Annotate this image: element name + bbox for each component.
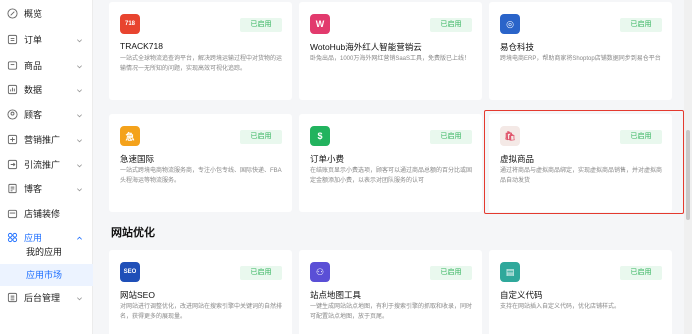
status-badge: 已启用: [620, 266, 662, 280]
chevron-down-icon: [76, 86, 83, 93]
app-description: 跨境电商ERP，帮助商家将Shoptop店铺数据同步到易仓平台: [500, 56, 661, 62]
chevron-down-icon: [76, 136, 83, 143]
app-card-eccang[interactable]: ◎ 已启用易仓科技跨境电商ERP，帮助商家将Shoptop店铺数据同步到易仓平台: [489, 2, 672, 100]
sidebar-item-order[interactable]: 订单: [0, 28, 93, 52]
app-card-track718[interactable]: 718 已启用 TRACK718 一站式全球物流追查询平台，解决跨境运输过程中对货物的…: [109, 2, 292, 100]
status-badge: 已启用: [240, 130, 282, 144]
overview-icon: [7, 8, 18, 19]
status-badge: 已启用: [430, 18, 472, 32]
sidebar: 概览 订单 商品 数据 顾客 营销推广 引流推广 博客 店铺装修 应用 我的应用 应用市场 后台管理: [0, 0, 93, 334]
track718-logo: 718: [120, 14, 140, 34]
marketing-icon: [7, 134, 18, 145]
status-badge: 已启用: [430, 266, 472, 280]
seo-logo: SEO: [120, 262, 140, 282]
customer-icon: [7, 109, 18, 120]
app-description: 支持在网站插入自定义代码，优化店铺样式。: [500, 304, 621, 310]
app-description: 一键生成网站站点地图，有利于搜索引擎的抓取和收录，同时可配置站点地图，放于页尾。: [310, 304, 473, 320]
app-card-jisu[interactable]: 急 已启用急速国际一站式跨境电商物流服务商，专注小包专线、国际快递、FBA头程海运…: [109, 114, 292, 212]
sidebar-item-label: 数据: [24, 85, 43, 95]
sidebar-item-label: 店铺装修: [24, 209, 61, 219]
app-name: 订单小费: [310, 154, 345, 164]
sidebar-item-label: 概览: [24, 9, 43, 19]
tip-logo: $: [310, 126, 330, 146]
app-description: 通过将商品与虚拟商品绑定，实现虚拟商品销售，并对虚拟商品自动发货: [500, 168, 663, 184]
chevron-down-icon: [76, 294, 83, 301]
sidebar-item-blog[interactable]: 博客: [0, 177, 93, 201]
status-badge: 已启用: [430, 130, 472, 144]
chevron-up-icon: [76, 234, 83, 241]
sidebar-item-label: 引流推广: [24, 160, 61, 170]
app-description: 一站式跨境电商物流服务商，专注小包专线、国际快递、FBA头程海运等物流服务。: [120, 168, 282, 184]
app-description: 对网站进行调整优化，改进网站在搜索引擎中关键词的自然排名，获得更多的展现量。: [120, 304, 283, 320]
virtual-goods-logo: 🛍: [500, 126, 520, 146]
sidebar-item-label: 后台管理: [24, 293, 61, 303]
app-description: 在结账页显示小费选项，顾客可以通过商品总额的百分比或固定金额添加小费，以表示对团…: [310, 168, 473, 184]
status-badge: 已启用: [240, 18, 282, 32]
app-name: WotoHub海外红人智能营销云: [310, 42, 422, 52]
traffic-icon: [7, 159, 18, 170]
sidebar-subitem-label: 应用市场: [26, 270, 63, 280]
app-name: 站点地图工具: [310, 290, 362, 300]
sidebar-item-label: 营销推广: [24, 135, 61, 145]
sidebar-subitem-my-apps[interactable]: 我的应用: [0, 241, 93, 263]
sidebar-item-label: 博客: [24, 184, 43, 194]
chevron-down-icon: [76, 185, 83, 192]
app-card-wotohub[interactable]: W 已启用 WotoHub海外红人智能营销云卧兔出品，1000万海外网红营销SaaS…: [299, 2, 482, 100]
section-title-site-optimization: 网站优化: [111, 227, 155, 239]
store-design-icon: [7, 208, 18, 219]
sidebar-subitem-app-market[interactable]: 应用市场: [0, 264, 93, 286]
chevron-down-icon: [76, 62, 83, 69]
sitemap-logo: ⚇: [310, 262, 330, 282]
app-name: 网站SEO: [120, 290, 155, 300]
sidebar-item-admin[interactable]: 后台管理: [0, 286, 93, 310]
sidebar-item-store-design[interactable]: 店铺装修: [0, 202, 93, 226]
jisu-logo: 急: [120, 126, 140, 146]
sidebar-subitem-label: 我的应用: [26, 247, 63, 257]
sidebar-item-data[interactable]: 数据: [0, 78, 93, 102]
eccang-logo: ◎: [500, 14, 520, 34]
app-card-custom-code[interactable]: ▤ 已启用自定义代码支持在网站插入自定义代码，优化店铺样式。: [489, 250, 672, 334]
app-name: 易仓科技: [500, 42, 535, 52]
sidebar-item-product[interactable]: 商品: [0, 54, 93, 78]
sidebar-item-label: 订单: [24, 35, 43, 45]
status-badge: 已启用: [620, 130, 662, 144]
scrollbar-thumb[interactable]: [686, 130, 690, 220]
custom-code-logo: ▤: [500, 262, 520, 282]
app-description: 卧兔出品，1000万海外网红营销SaaS工具，免费版已上线！: [310, 56, 471, 62]
app-name: 虚拟商品: [500, 154, 535, 164]
app-name: 自定义代码: [500, 290, 543, 300]
sidebar-item-customer[interactable]: 顾客: [0, 103, 93, 127]
sidebar-item-label: 商品: [24, 61, 43, 71]
app-description: 一站式全球物流追查询平台，解决跨境运输过程中对货物的运输情况一无所知的问题，实现…: [120, 56, 283, 72]
app-name: TRACK718: [120, 41, 163, 51]
product-icon: [7, 60, 18, 71]
app-card-tip[interactable]: $ 已启用订单小费在结账页显示小费选项，顾客可以通过商品总额的百分比或固定金额添加…: [299, 114, 482, 212]
app-card-seo[interactable]: SEO 已启用网站SEO 对网站进行调整优化，改进网站在搜索引擎中关键词的自然排名，…: [109, 250, 292, 334]
blog-icon: [7, 183, 18, 194]
status-badge: 已启用: [620, 18, 662, 32]
chevron-down-icon: [76, 36, 83, 43]
chevron-down-icon: [76, 161, 83, 168]
wotohub-logo: W: [310, 14, 330, 34]
data-icon: [7, 84, 18, 95]
sidebar-item-marketing[interactable]: 营销推广: [0, 128, 93, 152]
sidebar-item-overview[interactable]: 概览: [0, 2, 93, 26]
app-card-virtual-goods[interactable]: 🛍 已启用虚拟商品通过将商品与虚拟商品绑定，实现虚拟商品销售，并对虚拟商品自动发货: [489, 114, 672, 212]
app-card-sitemap[interactable]: ⚇ 已启用站点地图工具一键生成网站站点地图，有利于搜索引擎的抓取和收录，同时可配置…: [299, 250, 482, 334]
sidebar-item-label: 顾客: [24, 110, 43, 120]
sidebar-item-traffic[interactable]: 引流推广: [0, 153, 93, 177]
main-content: 网站优化 718 已启用 TRACK718 一站式全球物流追查询平台，解决跨境运输过程…: [93, 0, 692, 334]
status-badge: 已启用: [240, 266, 282, 280]
admin-icon: [7, 292, 18, 303]
app-name: 急速国际: [120, 154, 155, 164]
order-icon: [7, 34, 18, 45]
chevron-down-icon: [76, 111, 83, 118]
